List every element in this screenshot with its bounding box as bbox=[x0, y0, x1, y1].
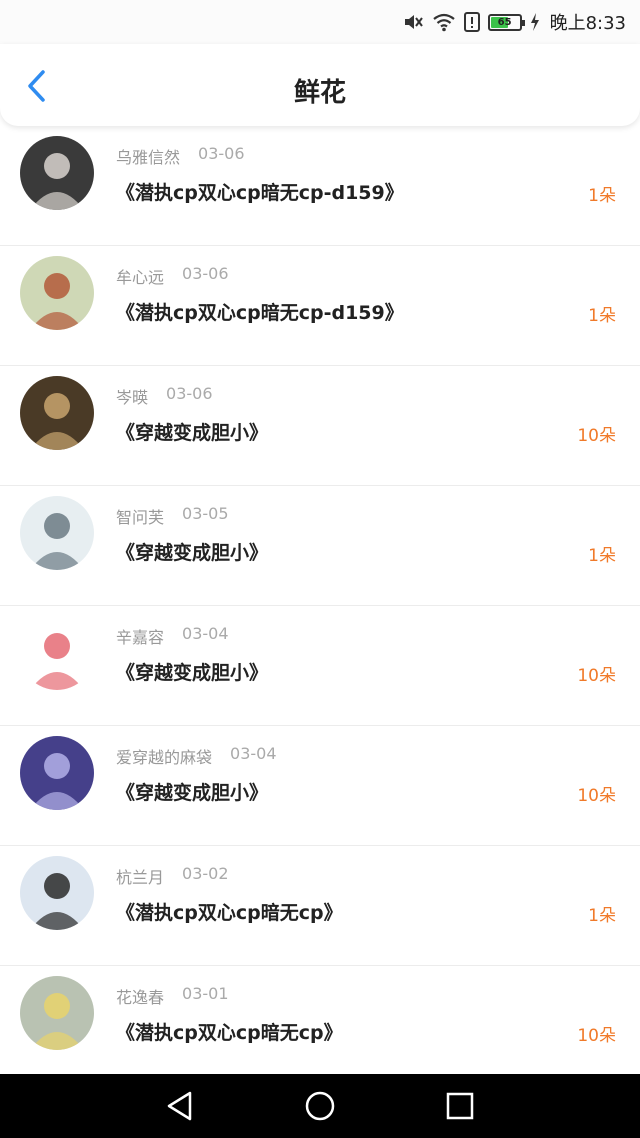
user-name: 智问芙 bbox=[116, 508, 165, 527]
flower-list: 乌雅信然 03-06 《潜执cp双心cp暗无cp-d159》 1朵 牟心远 03-06 《潜… bbox=[0, 126, 640, 1074]
user-name: 辛嘉容 bbox=[116, 628, 165, 647]
avatar[interactable] bbox=[20, 136, 94, 210]
avatar[interactable] bbox=[20, 616, 94, 690]
item-meta: 爱穿越的麻袋 03-04 bbox=[116, 744, 277, 768]
gift-date: 03-04 bbox=[230, 744, 277, 763]
item-meta: 杭兰月 03-02 bbox=[116, 864, 229, 888]
user-name: 花逸春 bbox=[116, 988, 165, 1007]
book-title[interactable]: 《穿越变成胆小》 bbox=[116, 778, 268, 805]
flower-count: 10朵 bbox=[577, 666, 616, 686]
avatar[interactable] bbox=[20, 736, 94, 810]
gift-date: 03-06 bbox=[198, 144, 245, 163]
item-meta: 辛嘉容 03-04 bbox=[116, 624, 229, 648]
list-item[interactable]: 杭兰月 03-02 《潜执cp双心cp暗无cp》 1朵 bbox=[0, 846, 640, 966]
battery-indicator: 65 bbox=[487, 13, 525, 31]
list-item[interactable]: 牟心远 03-06 《潜执cp双心cp暗无cp-d159》 1朵 bbox=[0, 246, 640, 366]
system-nav-bar bbox=[0, 1074, 640, 1138]
list-item[interactable]: 智问芙 03-05 《穿越变成胆小》 1朵 bbox=[0, 486, 640, 606]
battery-percent: 65 bbox=[497, 16, 512, 28]
gift-date: 03-05 bbox=[182, 504, 229, 523]
status-bar: 65 晚上8:33 bbox=[0, 0, 640, 44]
flower-count: 1朵 bbox=[588, 306, 616, 326]
book-title[interactable]: 《穿越变成胆小》 bbox=[116, 418, 268, 445]
user-name: 牟心远 bbox=[116, 268, 165, 287]
item-meta: 花逸春 03-01 bbox=[116, 984, 229, 1008]
list-item[interactable]: 乌雅信然 03-06 《潜执cp双心cp暗无cp-d159》 1朵 bbox=[0, 126, 640, 246]
item-meta: 牟心远 03-06 bbox=[116, 264, 229, 288]
flower-count: 1朵 bbox=[588, 186, 616, 206]
item-meta: 智问芙 03-05 bbox=[116, 504, 229, 528]
book-title[interactable]: 《穿越变成胆小》 bbox=[116, 658, 268, 685]
nav-home-button[interactable] bbox=[295, 1081, 345, 1131]
user-name: 爱穿越的麻袋 bbox=[116, 748, 213, 767]
user-name: 岑暎 bbox=[116, 388, 149, 407]
flower-count: 10朵 bbox=[577, 786, 616, 806]
gift-date: 03-01 bbox=[182, 984, 229, 1003]
avatar[interactable] bbox=[20, 256, 94, 330]
user-name: 乌雅信然 bbox=[116, 148, 181, 167]
mute-icon bbox=[402, 11, 424, 33]
gift-date: 03-04 bbox=[182, 624, 229, 643]
list-item[interactable]: 爱穿越的麻袋 03-04 《穿越变成胆小》 10朵 bbox=[0, 726, 640, 846]
avatar[interactable] bbox=[20, 856, 94, 930]
list-item[interactable]: 辛嘉容 03-04 《穿越变成胆小》 10朵 bbox=[0, 606, 640, 726]
wifi-icon bbox=[432, 12, 456, 32]
book-title[interactable]: 《潜执cp双心cp暗无cp-d159》 bbox=[116, 178, 404, 205]
avatar[interactable] bbox=[20, 376, 94, 450]
item-meta: 岑暎 03-06 bbox=[116, 384, 213, 408]
page-title: 鲜花 bbox=[293, 78, 346, 108]
avatar[interactable] bbox=[20, 976, 94, 1050]
avatar[interactable] bbox=[20, 496, 94, 570]
flower-count: 10朵 bbox=[577, 426, 616, 446]
back-triangle-icon bbox=[167, 1091, 192, 1121]
alert-icon bbox=[463, 12, 480, 32]
charging-icon bbox=[530, 13, 540, 31]
flower-count: 1朵 bbox=[588, 906, 616, 926]
list-item[interactable]: 花逸春 03-01 《潜执cp双心cp暗无cp》 10朵 bbox=[0, 966, 640, 1074]
book-title[interactable]: 《穿越变成胆小》 bbox=[116, 538, 268, 565]
item-meta: 乌雅信然 03-06 bbox=[116, 144, 245, 168]
user-name: 杭兰月 bbox=[116, 868, 165, 887]
gift-date: 03-02 bbox=[182, 864, 229, 883]
clock: 晚上8:33 bbox=[549, 13, 626, 34]
book-title[interactable]: 《潜执cp双心cp暗无cp-d159》 bbox=[116, 298, 404, 325]
gift-date: 03-06 bbox=[182, 264, 229, 283]
nav-recents-button[interactable] bbox=[435, 1081, 485, 1131]
header-bar: 鲜花 bbox=[0, 44, 640, 126]
recents-square-icon bbox=[446, 1092, 474, 1120]
flower-count: 10朵 bbox=[577, 1026, 616, 1046]
flower-count: 1朵 bbox=[588, 546, 616, 566]
gift-date: 03-06 bbox=[166, 384, 213, 403]
home-circle-icon bbox=[305, 1091, 335, 1121]
nav-back-button[interactable] bbox=[155, 1081, 205, 1131]
book-title[interactable]: 《潜执cp双心cp暗无cp》 bbox=[116, 1018, 343, 1045]
book-title[interactable]: 《潜执cp双心cp暗无cp》 bbox=[116, 898, 343, 925]
list-item[interactable]: 岑暎 03-06 《穿越变成胆小》 10朵 bbox=[0, 366, 640, 486]
